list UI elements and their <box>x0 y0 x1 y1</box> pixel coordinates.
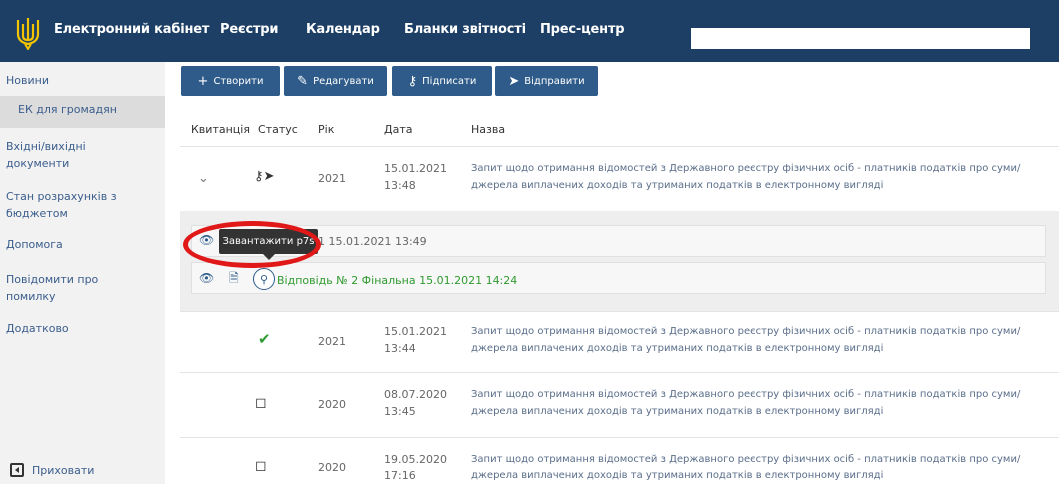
send-button[interactable]: ➤ Відправити <box>495 66 598 96</box>
key-icon: ⚷ <box>407 73 418 89</box>
row-time: 13:48 <box>384 179 416 192</box>
plus-icon: + <box>197 73 209 89</box>
row-date: 08.07.2020 <box>384 388 447 401</box>
column-header-status[interactable]: Статус <box>258 123 298 136</box>
sidebar-item-additional[interactable]: Додатково <box>6 320 69 337</box>
sidebar-item-citizens[interactable]: ЕК для громадян <box>0 96 165 128</box>
hide-sidebar-label: Приховати <box>32 463 95 477</box>
nav-press-center[interactable]: Прес-центр <box>540 22 625 37</box>
collapse-icon <box>10 463 24 477</box>
sidebar-item-budget-status[interactable]: Стан розрахунків з бюджетом <box>6 188 126 222</box>
row-date: 15.01.2021 <box>384 325 447 338</box>
row-name-line2[interactable]: джерела виплачених доходів та утриманих … <box>471 177 1056 195</box>
column-header-receipt[interactable]: Квитанція <box>191 123 250 136</box>
sidebar-item-help[interactable]: Допомога <box>6 236 63 253</box>
row-year: 2021 <box>318 335 346 348</box>
download-p7s-button[interactable]: ⚲ <box>253 268 275 290</box>
chevron-down-icon[interactable]: ⌄ <box>198 170 209 188</box>
key-sent-status-icon: ⚷➤ <box>254 169 275 184</box>
eye-icon[interactable]: 👁 <box>199 269 214 287</box>
row-divider <box>180 437 1059 438</box>
row-name-line2[interactable]: джерела виплачених доходів та утриманих … <box>471 467 1056 485</box>
header-divider <box>180 146 1059 147</box>
receipt-text: 1 15.01.2021 13:49 <box>318 235 427 248</box>
checkmark-icon: ✔ <box>258 330 271 348</box>
note-icon: ◻ <box>255 458 267 474</box>
row-name-line2[interactable]: джерела виплачених доходів та утриманих … <box>471 340 1056 358</box>
row-year: 2021 <box>318 172 346 185</box>
sidebar-item-label: ЕК для громадян <box>18 103 117 116</box>
edit-label: Редагувати <box>313 75 374 87</box>
row-name-line1[interactable]: Запит щодо отримання відомостей з Держав… <box>471 160 1056 178</box>
edit-button[interactable]: ✎ Редагувати <box>284 66 387 96</box>
document-icon[interactable]: 🗎 <box>229 269 239 287</box>
row-time: 13:44 <box>384 342 416 355</box>
sidebar-item-report-error[interactable]: Повідомити про помилку <box>6 271 126 305</box>
response-text[interactable]: Відповідь № 2 Фінальна 15.01.2021 14:24 <box>277 272 517 290</box>
nav-registers[interactable]: Реєстри <box>220 22 279 37</box>
paper-plane-icon: ➤ <box>508 73 520 89</box>
row-name-line2[interactable]: джерела виплачених доходів та утриманих … <box>471 403 1056 421</box>
send-label: Відправити <box>524 75 585 87</box>
row-divider <box>180 311 1059 312</box>
hide-sidebar-button[interactable]: Приховати <box>10 463 94 477</box>
brand-title[interactable]: Електронний кабінет <box>54 22 209 37</box>
search-input[interactable] <box>691 28 1030 49</box>
column-header-name[interactable]: Назва <box>471 123 505 136</box>
row-time: 13:45 <box>384 405 416 418</box>
column-header-year[interactable]: Рік <box>318 123 334 136</box>
nav-calendar[interactable]: Календар <box>306 22 380 37</box>
pencil-icon: ✎ <box>297 73 309 89</box>
search-icon: ⚲ <box>259 272 269 286</box>
row-time: 17:16 <box>384 469 416 482</box>
create-label: Створити <box>213 75 264 87</box>
row-year: 2020 <box>318 461 346 474</box>
sidebar-item-news[interactable]: Новини <box>6 72 49 89</box>
create-button[interactable]: + Створити <box>181 66 280 96</box>
row-date: 15.01.2021 <box>384 162 447 175</box>
sign-label: Підписати <box>422 75 477 87</box>
row-divider <box>180 372 1059 373</box>
nav-report-forms[interactable]: Бланки звітності <box>404 22 526 37</box>
row-year: 2020 <box>318 398 346 411</box>
note-icon: ◻ <box>255 395 267 411</box>
sign-button[interactable]: ⚷ Підписати <box>392 66 492 96</box>
row-name-line1[interactable]: Запит щодо отримання відомостей з Держав… <box>471 386 1056 404</box>
top-navigation-bar: Електронний кабінет Реєстри Календар Бла… <box>0 0 1059 62</box>
trident-logo-icon[interactable] <box>14 16 42 50</box>
row-name-line1[interactable]: Запит щодо отримання відомостей з Держав… <box>471 323 1056 341</box>
column-header-date[interactable]: Дата <box>384 123 412 136</box>
sidebar-item-documents[interactable]: Вхідні/вихідні документи <box>6 138 126 172</box>
highlight-ring <box>183 221 321 268</box>
